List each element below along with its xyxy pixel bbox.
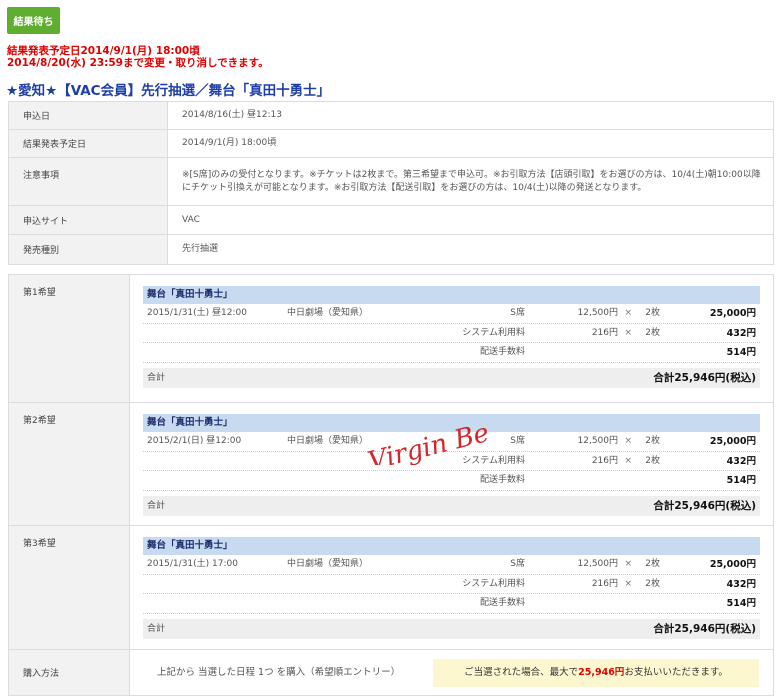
performance-date: 2015/1/31(土) 昼12:00 [147, 308, 247, 318]
info-row-application-date: 申込日 2014/8/16(土) 昼12:13 [8, 101, 774, 130]
unit-price: 12,500円 [577, 559, 619, 569]
show-title: 舞台「真田十勇士」 [143, 414, 760, 432]
info-value: 先行抽選 [167, 234, 774, 265]
fee-price: 216円 [591, 327, 618, 338]
event-title: ★愛知★【VAC会員】先行抽選／舞台「真田十勇士」 [6, 83, 331, 99]
purchase-label: 購入方法 [8, 649, 130, 696]
system-fee-line: システム利用料 216円 × 2枚 432円 [143, 575, 760, 594]
fee-subtotal: 432円 [726, 578, 756, 590]
info-row-notes: 注意事項 ※[S席]のみの受付となります。※チケットは2枚まで。第三希望まで申込… [8, 157, 774, 206]
delivery-fee-line: 配送手数料 514円 [143, 594, 760, 614]
total-amount: 合計25,946円(税込) [653, 371, 756, 384]
times-sign: × [624, 578, 632, 589]
choice-row-2: 第2希望 舞台「真田十勇士」 2015/2/1(日) 昼12:00 中日劇場（愛… [8, 402, 774, 526]
info-value: ※[S席]のみの受付となります。※チケットは2枚まで。第三希望まで申込可。※お引… [167, 157, 774, 206]
system-fee-line: システム利用料 216円 × 2枚 432円 [143, 324, 760, 343]
total-label: 合計 [147, 372, 166, 383]
ticket-line: 2015/2/1(日) 昼12:00 中日劇場（愛知県） S席 12,500円 … [143, 432, 760, 452]
info-value: 2014/8/16(土) 昼12:13 [167, 101, 774, 130]
show-title: 舞台「真田十勇士」 [143, 286, 760, 304]
delivery-fee-line: 配送手数料 514円 [143, 343, 760, 363]
choice-label: 第3希望 [8, 525, 130, 650]
choice-label: 第2希望 [8, 402, 130, 526]
delivery-fee-line: 配送手数料 514円 [143, 471, 760, 491]
notice-result-date: 結果発表予定日2014/9/1(月) 18:00頃 [7, 45, 200, 57]
seat-type: S席 [510, 436, 525, 446]
info-label: 結果発表予定日 [8, 129, 168, 158]
fee-price: 216円 [591, 455, 618, 466]
times-sign: × [624, 559, 632, 569]
quantity: 2枚 [645, 308, 660, 318]
times-sign: × [624, 436, 632, 446]
fee-quantity: 2枚 [645, 327, 660, 338]
fee-price: 216円 [591, 578, 618, 589]
info-label: 申込日 [8, 101, 168, 130]
choice-label: 第1希望 [8, 274, 130, 403]
fee-subtotal: 514円 [726, 347, 756, 358]
fee-subtotal: 514円 [726, 598, 756, 609]
total-label: 合計 [147, 500, 166, 511]
ticket-line: 2015/1/31(土) 昼12:00 中日劇場（愛知県） S席 12,500円… [143, 304, 760, 324]
times-sign: × [624, 308, 632, 318]
line-subtotal: 25,000円 [709, 308, 756, 319]
fee-label: 配送手数料 [479, 475, 525, 485]
show-title: 舞台「真田十勇士」 [143, 537, 760, 555]
times-sign: × [624, 455, 632, 466]
payment-note-prefix: ご当選された場合、最大で [464, 666, 579, 678]
fee-label: 配送手数料 [479, 598, 525, 608]
fee-subtotal: 432円 [726, 327, 756, 339]
info-row-sale-type: 発売種別 先行抽選 [8, 234, 774, 265]
system-fee-line: システム利用料 216円 × 2枚 432円 [143, 452, 760, 471]
total-label: 合計 [147, 623, 166, 634]
total-amount: 合計25,946円(税込) [653, 499, 756, 512]
choice-row-1: 第1希望 舞台「真田十勇士」 2015/1/31(土) 昼12:00 中日劇場（… [8, 274, 774, 403]
total-amount: 合計25,946円(税込) [653, 622, 756, 635]
max-payment-amount: 25,946円 [578, 666, 625, 678]
info-row-site: 申込サイト VAC [8, 205, 774, 235]
ticket-line: 2015/1/31(土) 17:00 中日劇場（愛知県） S席 12,500円 … [143, 555, 760, 575]
purchase-method-text: 上記から 当選した日程 1つ を購入（希望順エントリー） [157, 666, 401, 678]
total-row: 合計 合計25,946円(税込) [143, 367, 760, 388]
line-subtotal: 25,000円 [709, 436, 756, 447]
fee-label: システム利用料 [462, 578, 525, 589]
payment-note-suffix: お支払いいただきます。 [624, 666, 728, 678]
application-info-table: 申込日 2014/8/16(土) 昼12:13 結果発表予定日 2014/9/1… [8, 101, 774, 265]
unit-price: 12,500円 [577, 308, 619, 318]
fee-subtotal: 514円 [726, 475, 756, 486]
notice-change-deadline: 2014/8/20(水) 23:59まで変更・取り消しできます。 [7, 57, 269, 69]
venue: 中日劇場（愛知県） [287, 559, 369, 569]
payment-note: ご当選された場合、最大で25,946円お支払いいただきます。 [433, 658, 759, 687]
quantity: 2枚 [645, 559, 660, 569]
total-row: 合計 合計25,946円(税込) [143, 618, 760, 639]
venue: 中日劇場（愛知県） [287, 308, 369, 318]
choice-row-3: 第3希望 舞台「真田十勇士」 2015/1/31(土) 17:00 中日劇場（愛… [8, 525, 774, 650]
venue: 中日劇場（愛知県） [287, 436, 369, 446]
performance-date: 2015/2/1(日) 昼12:00 [147, 436, 242, 446]
fee-subtotal: 432円 [726, 455, 756, 467]
fee-label: システム利用料 [462, 327, 525, 338]
seat-type: S席 [510, 308, 525, 318]
line-subtotal: 25,000円 [709, 559, 756, 570]
info-value: VAC [167, 205, 774, 235]
info-row-result-date: 結果発表予定日 2014/9/1(月) 18:00頃 [8, 129, 774, 158]
total-row: 合計 合計25,946円(税込) [143, 495, 760, 516]
info-label: 注意事項 [8, 157, 168, 206]
purchase-method-row: 購入方法 上記から 当選した日程 1つ を購入（希望順エントリー） ご当選された… [8, 649, 774, 696]
info-label: 発売種別 [8, 234, 168, 265]
quantity: 2枚 [645, 436, 660, 446]
status-badge: 結果待ち [7, 7, 60, 34]
fee-quantity: 2枚 [645, 455, 660, 466]
info-label: 申込サイト [8, 205, 168, 235]
performance-date: 2015/1/31(土) 17:00 [147, 559, 238, 569]
choices-table: 第1希望 舞台「真田十勇士」 2015/1/31(土) 昼12:00 中日劇場（… [8, 274, 774, 696]
fee-label: 配送手数料 [479, 347, 525, 357]
times-sign: × [624, 327, 632, 338]
fee-label: システム利用料 [462, 455, 525, 466]
fee-quantity: 2枚 [645, 578, 660, 589]
result-notice: 結果発表予定日2014/9/1(月) 18:00頃 2014/8/20(水) 2… [7, 45, 269, 69]
seat-type: S席 [510, 559, 525, 569]
unit-price: 12,500円 [577, 436, 619, 446]
info-value: 2014/9/1(月) 18:00頃 [167, 129, 774, 158]
